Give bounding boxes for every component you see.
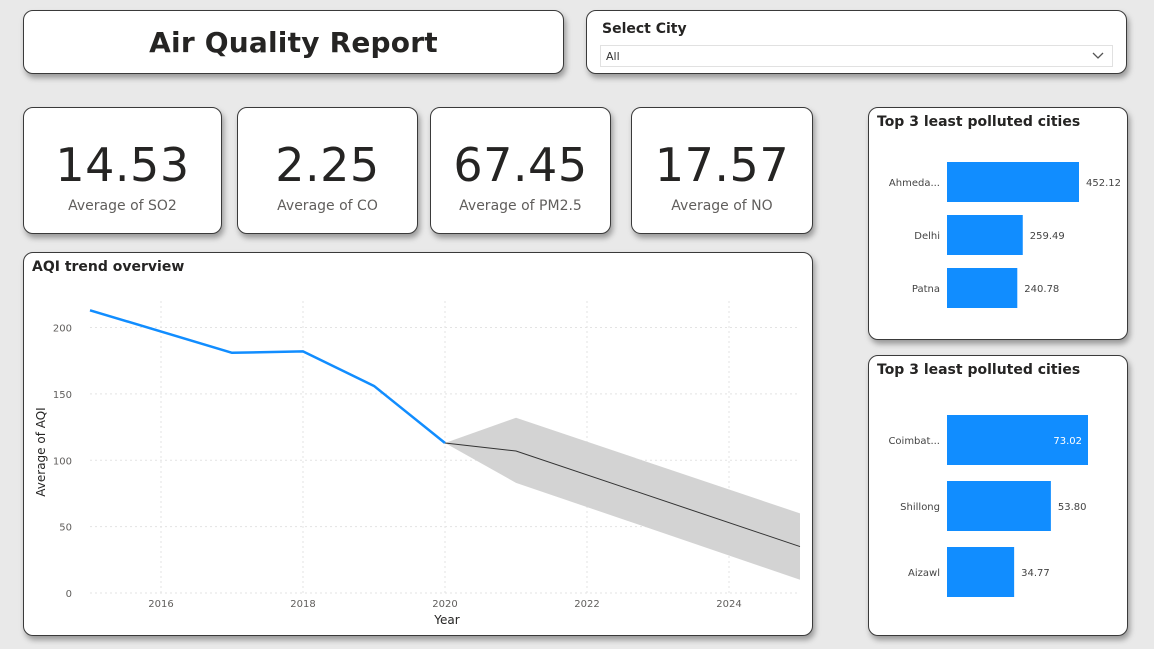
bar	[947, 547, 1015, 597]
slicer-label: Select City	[602, 21, 687, 37]
kpi-value: 2.25	[275, 138, 380, 192]
category-label: Shillong	[900, 502, 940, 513]
forecast-confidence-band	[445, 417, 800, 580]
data-label: 73.02	[1053, 436, 1082, 447]
dropdown-value: All	[606, 50, 620, 63]
kpi-card-so2: 14.53 Average of SO2	[23, 107, 222, 234]
kpi-label: Average of NO	[671, 198, 773, 214]
kpi-card-pm25: 67.45 Average of PM2.5	[430, 107, 611, 234]
category-label: Patna	[912, 284, 940, 295]
kpi-card-co: 2.25 Average of CO	[237, 107, 418, 234]
kpi-value: 17.57	[654, 138, 790, 192]
x-tick-label: 2018	[290, 599, 315, 610]
report-title-card: Air Quality Report	[23, 10, 564, 74]
kpi-value: 14.53	[55, 138, 190, 192]
kpi-label: Average of PM2.5	[459, 198, 582, 214]
trend-plot: 0 50 100 150 200 2016 2018 2020 2022 2024 Year Aver…	[34, 301, 801, 627]
data-label: 240.78	[1024, 284, 1059, 295]
chart-title: Top 3 least polluted cities	[877, 114, 1081, 130]
y-axis-label: Average of AQI	[34, 407, 48, 496]
bar	[947, 268, 1018, 308]
data-label: 34.77	[1021, 568, 1050, 579]
category-label: Delhi	[914, 231, 940, 242]
y-tick-label: 150	[53, 390, 72, 401]
chart-title: Top 3 least polluted cities	[877, 362, 1081, 378]
least-polluted-bar-chart-2[interactable]: Coimbat... 73.02 Shillong 53.80 Aizawl 34.77 …	[868, 355, 1128, 636]
kpi-value: 67.45	[453, 138, 588, 192]
y-tick-label: 200	[53, 324, 72, 335]
x-tick-label: 2020	[432, 599, 457, 610]
least-polluted-bar-chart-1[interactable]: Ahmeda... 452.12 Delhi 259.49 Patna 240.78 To…	[868, 107, 1128, 340]
bar-plot: Coimbat... 73.02 Shillong 53.80 Aizawl 34.77	[888, 415, 1088, 597]
category-label: Ahmeda...	[889, 178, 940, 189]
chart-title: AQI trend overview	[32, 259, 185, 275]
data-label: 259.49	[1030, 231, 1065, 242]
kpi-label: Average of CO	[277, 198, 378, 214]
series-line	[89, 309, 446, 444]
aqi-trend-chart[interactable]: 0 50 100 150 200 2016 2018 2020 2022 2024 Year Aver…	[23, 252, 813, 636]
kpi-label: Average of SO2	[68, 198, 177, 214]
bar	[947, 162, 1079, 202]
y-tick-label: 0	[66, 589, 72, 600]
bar	[947, 481, 1051, 531]
bar-plot: Ahmeda... 452.12 Delhi 259.49 Patna 240.78	[889, 162, 1121, 308]
page-title: Air Quality Report	[149, 25, 438, 59]
y-tick-label: 50	[59, 523, 72, 534]
x-tick-label: 2024	[716, 599, 741, 610]
data-label: 53.80	[1058, 502, 1087, 513]
x-axis-label: Year	[433, 613, 459, 627]
category-label: Coimbat...	[888, 436, 940, 447]
bar	[947, 215, 1023, 255]
city-dropdown[interactable]: All	[600, 45, 1113, 67]
x-tick-label: 2022	[574, 599, 599, 610]
chevron-down-icon	[1092, 52, 1104, 59]
x-tick-label: 2016	[148, 599, 173, 610]
category-label: Aizawl	[908, 568, 940, 579]
city-slicer: Select City All	[586, 10, 1127, 74]
kpi-card-no: 17.57 Average of NO	[631, 107, 813, 234]
y-tick-label: 100	[53, 456, 72, 467]
data-label: 452.12	[1086, 178, 1121, 189]
